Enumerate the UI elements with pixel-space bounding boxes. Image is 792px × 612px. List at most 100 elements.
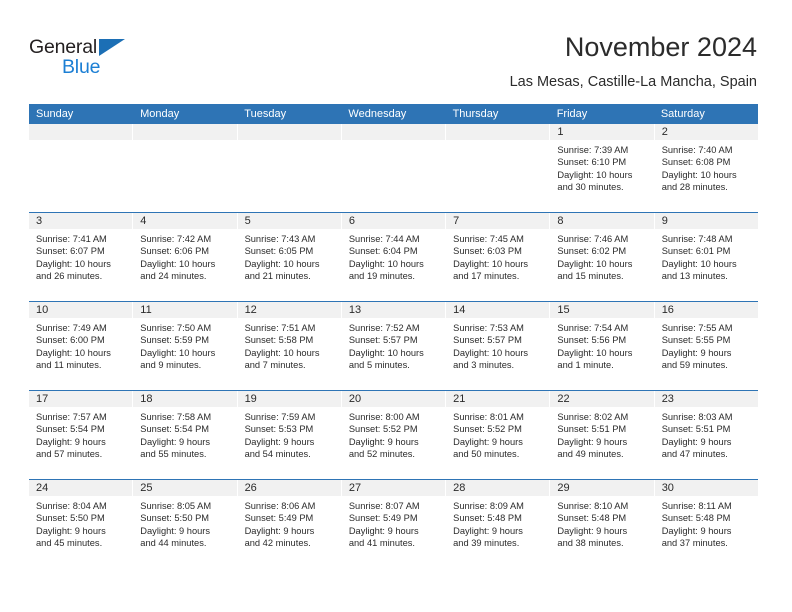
sunrise-text: Sunrise: 7:48 AM xyxy=(661,234,733,244)
sunrise-text: Sunrise: 8:07 AM xyxy=(348,501,420,511)
calendar-day-cell[interactable]: 20 Sunrise: 8:00 AM Sunset: 5:52 PM Dayligh… xyxy=(341,391,447,479)
daylight-text-line1: Daylight: 9 hours xyxy=(244,436,315,447)
sunrise-text: Sunrise: 8:10 AM xyxy=(557,501,629,511)
calendar-day-cell[interactable]: 2 Sunrise: 7:40 AM Sunset: 6:08 PM Daylight… xyxy=(654,124,758,212)
sunset-text: Sunset: 5:51 PM xyxy=(661,424,731,435)
calendar-day-cell[interactable]: 28 Sunrise: 8:09 AM Sunset: 5:48 PM Dayligh… xyxy=(446,480,551,568)
sunrise-text: Sunrise: 7:43 AM xyxy=(244,234,316,244)
daylight-text-line2: and 5 minutes. xyxy=(348,359,410,370)
daylight-text-line1: Daylight: 10 hours xyxy=(453,258,529,269)
calendar-day-cell[interactable]: 19 Sunrise: 7:59 AM Sunset: 5:53 PM Dayligh… xyxy=(237,391,342,479)
calendar-day-cell[interactable]: 27 Sunrise: 8:07 AM Sunset: 5:49 PM Dayligh… xyxy=(341,480,447,568)
calendar-day-cell[interactable]: 13 Sunrise: 7:52 AM Sunset: 5:57 PM Dayligh… xyxy=(341,302,447,390)
calendar-day-cell[interactable]: 8 Sunrise: 7:46 AM Sunset: 6:02 PM Daylight… xyxy=(550,213,655,301)
daylight-text-line2: and 11 minutes. xyxy=(36,359,102,370)
sunset-text: Sunset: 6:00 PM xyxy=(36,335,105,346)
sunset-text: Sunset: 5:49 PM xyxy=(244,513,314,524)
day-number xyxy=(133,124,237,140)
calendar-week-row: 24 Sunrise: 8:04 AM Sunset: 5:50 PM Dayligh… xyxy=(29,479,758,568)
day-number: 18 xyxy=(133,391,237,407)
sunrise-text: Sunrise: 7:41 AM xyxy=(36,234,107,244)
daylight-text-line2: and 15 minutes. xyxy=(557,270,624,281)
daylight-text-line2: and 1 minute. xyxy=(557,359,614,370)
day-number: 16 xyxy=(654,302,758,318)
weekday-friday: Friday xyxy=(556,108,588,120)
daylight-text-line1: Daylight: 10 hours xyxy=(244,258,320,269)
calendar-day-cell[interactable]: 16 Sunrise: 7:55 AM Sunset: 5:55 PM Dayligh… xyxy=(654,302,758,390)
calendar-day-cell[interactable]: 15 Sunrise: 7:54 AM Sunset: 5:56 PM Dayligh… xyxy=(550,302,655,390)
sunset-text: Sunset: 5:54 PM xyxy=(36,424,105,435)
day-number: 12 xyxy=(237,302,341,318)
day-number: 27 xyxy=(341,480,446,496)
sunrise-text: Sunrise: 8:05 AM xyxy=(140,501,212,511)
general-blue-logo[interactable]: General Blue xyxy=(29,36,189,84)
daylight-text-line2: and 55 minutes. xyxy=(140,448,207,459)
calendar-day-cell[interactable]: 24 Sunrise: 8:04 AM Sunset: 5:50 PM Dayligh… xyxy=(29,480,134,568)
sunset-text: Sunset: 5:51 PM xyxy=(557,424,627,435)
weekday-header-row: Sunday Monday Tuesday Wednesday Thursday… xyxy=(29,104,758,124)
calendar-day-cell[interactable]: 23 Sunrise: 8:03 AM Sunset: 5:51 PM Dayligh… xyxy=(654,391,758,479)
calendar-day-cell[interactable]: 22 Sunrise: 8:02 AM Sunset: 5:51 PM Dayligh… xyxy=(550,391,655,479)
daylight-text-line2: and 3 minutes. xyxy=(453,359,515,370)
calendar-day-cell-empty xyxy=(446,124,551,212)
sunrise-text: Sunrise: 7:57 AM xyxy=(36,412,107,422)
calendar-week-row: 1 Sunrise: 7:39 AM Sunset: 6:10 PM Daylight… xyxy=(29,124,758,212)
calendar-day-cell[interactable]: 3 Sunrise: 7:41 AM Sunset: 6:07 PM Daylight… xyxy=(29,213,134,301)
calendar-day-cell[interactable]: 18 Sunrise: 7:58 AM Sunset: 5:54 PM Dayligh… xyxy=(133,391,238,479)
day-sun-info: Sunrise: 8:10 AM Sunset: 5:48 PM Daylight:… xyxy=(550,496,653,549)
calendar-day-cell[interactable]: 11 Sunrise: 7:50 AM Sunset: 5:59 PM Dayligh… xyxy=(133,302,238,390)
daylight-text-line1: Daylight: 10 hours xyxy=(557,169,633,180)
day-sun-info: Sunrise: 7:58 AM Sunset: 5:54 PM Daylight:… xyxy=(133,407,236,460)
day-sun-info: Sunrise: 7:39 AM Sunset: 6:10 PM Daylight:… xyxy=(550,140,653,193)
daylight-text-line2: and 24 minutes. xyxy=(140,270,207,281)
daylight-text-line2: and 38 minutes. xyxy=(557,537,624,548)
calendar-day-cell[interactable]: 7 Sunrise: 7:45 AM Sunset: 6:03 PM Daylight… xyxy=(446,213,551,301)
calendar-day-cell[interactable]: 21 Sunrise: 8:01 AM Sunset: 5:52 PM Dayligh… xyxy=(446,391,551,479)
calendar-day-cell[interactable]: 10 Sunrise: 7:49 AM Sunset: 6:00 PM Dayligh… xyxy=(29,302,134,390)
calendar-day-cell[interactable]: 6 Sunrise: 7:44 AM Sunset: 6:04 PM Daylight… xyxy=(341,213,447,301)
calendar-day-cell[interactable]: 9 Sunrise: 7:48 AM Sunset: 6:01 PM Daylight… xyxy=(654,213,758,301)
daylight-text-line1: Daylight: 9 hours xyxy=(140,436,211,447)
daylight-text-line2: and 45 minutes. xyxy=(36,537,103,548)
weekday-sunday: Sunday xyxy=(36,108,74,120)
daylight-text-line1: Daylight: 10 hours xyxy=(661,169,737,180)
sunrise-text: Sunrise: 7:54 AM xyxy=(557,323,629,333)
day-number: 17 xyxy=(29,391,133,407)
daylight-text-line2: and 47 minutes. xyxy=(661,448,728,459)
day-number: 8 xyxy=(550,213,654,229)
calendar-day-cell[interactable]: 14 Sunrise: 7:53 AM Sunset: 5:57 PM Dayligh… xyxy=(446,302,551,390)
daylight-text-line2: and 54 minutes. xyxy=(244,448,311,459)
day-number: 6 xyxy=(341,213,446,229)
calendar-week-row: 3 Sunrise: 7:41 AM Sunset: 6:07 PM Daylight… xyxy=(29,212,758,301)
day-number xyxy=(341,124,446,140)
calendar-day-cell[interactable]: 29 Sunrise: 8:10 AM Sunset: 5:48 PM Dayligh… xyxy=(550,480,655,568)
daylight-text-line1: Daylight: 9 hours xyxy=(661,347,732,358)
sunrise-text: Sunrise: 7:53 AM xyxy=(453,323,524,333)
daylight-text-line1: Daylight: 9 hours xyxy=(661,525,732,536)
calendar-day-cell[interactable]: 17 Sunrise: 7:57 AM Sunset: 5:54 PM Dayligh… xyxy=(29,391,134,479)
calendar-day-cell[interactable]: 30 Sunrise: 8:11 AM Sunset: 5:48 PM Dayligh… xyxy=(654,480,758,568)
daylight-text-line2: and 30 minutes. xyxy=(557,181,624,192)
calendar-day-cell[interactable]: 26 Sunrise: 8:06 AM Sunset: 5:49 PM Dayligh… xyxy=(237,480,342,568)
calendar-page: General Blue November 2024 Las Mesas, Ca… xyxy=(0,0,792,612)
sunset-text: Sunset: 5:49 PM xyxy=(348,513,418,524)
day-sun-info: Sunrise: 8:04 AM Sunset: 5:50 PM Daylight:… xyxy=(29,496,132,549)
title-block: November 2024 Las Mesas, Castille-La Man… xyxy=(510,30,757,91)
sunset-text: Sunset: 5:54 PM xyxy=(140,424,210,435)
calendar-day-cell[interactable]: 4 Sunrise: 7:42 AM Sunset: 6:06 PM Daylight… xyxy=(133,213,238,301)
sunset-text: Sunset: 5:50 PM xyxy=(140,513,210,524)
sunset-text: Sunset: 5:57 PM xyxy=(348,335,418,346)
day-sun-info: Sunrise: 7:46 AM Sunset: 6:02 PM Daylight:… xyxy=(550,229,653,282)
calendar-day-cell[interactable]: 12 Sunrise: 7:51 AM Sunset: 5:58 PM Dayligh… xyxy=(237,302,342,390)
sunset-text: Sunset: 5:56 PM xyxy=(557,335,627,346)
daylight-text-line1: Daylight: 9 hours xyxy=(348,436,419,447)
sunrise-text: Sunrise: 8:03 AM xyxy=(661,412,733,422)
day-sun-info: Sunrise: 7:42 AM Sunset: 6:06 PM Daylight:… xyxy=(133,229,236,282)
calendar-day-cell[interactable]: 5 Sunrise: 7:43 AM Sunset: 6:05 PM Daylight… xyxy=(237,213,342,301)
calendar-day-cell[interactable]: 25 Sunrise: 8:05 AM Sunset: 5:50 PM Dayligh… xyxy=(133,480,238,568)
day-sun-info: Sunrise: 7:41 AM Sunset: 6:07 PM Daylight:… xyxy=(29,229,132,282)
day-number xyxy=(446,124,550,140)
daylight-text-line1: Daylight: 10 hours xyxy=(453,347,529,358)
calendar-day-cell[interactable]: 1 Sunrise: 7:39 AM Sunset: 6:10 PM Daylight… xyxy=(550,124,655,212)
sunrise-text: Sunrise: 8:04 AM xyxy=(36,501,107,511)
